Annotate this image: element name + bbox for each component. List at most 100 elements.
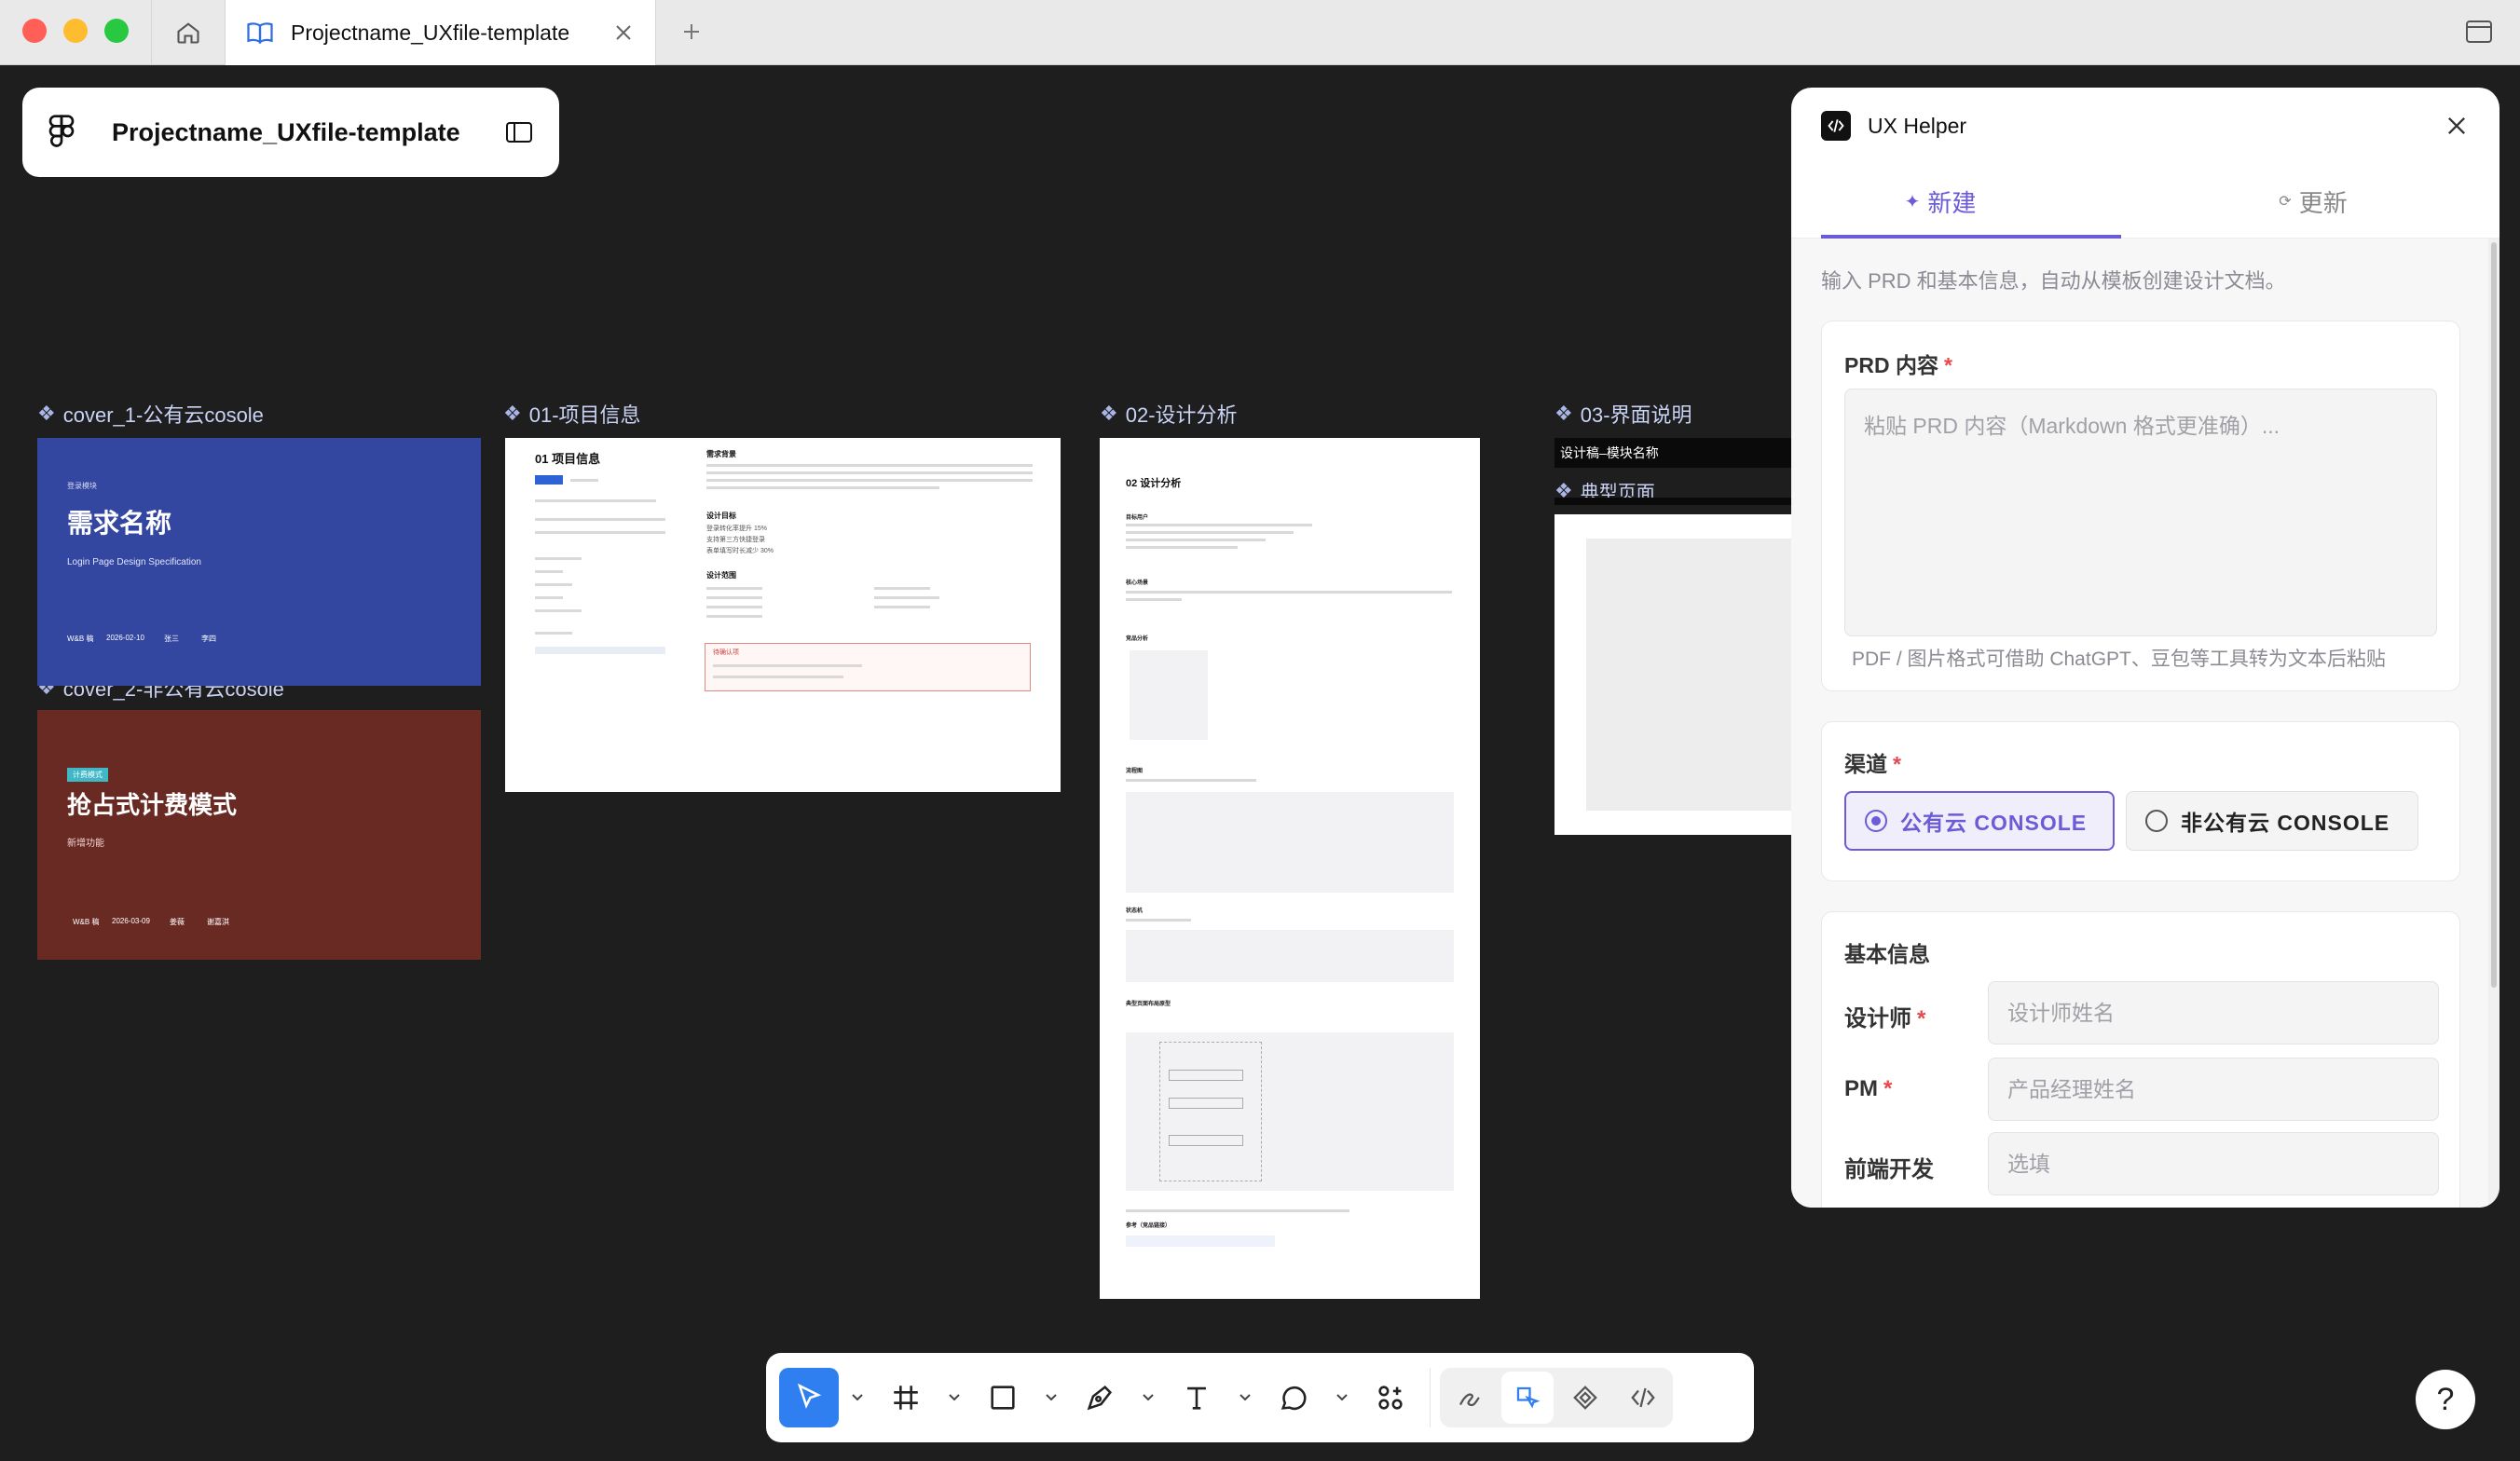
frame-tool-dropdown[interactable]: [936, 1368, 973, 1427]
comment-tool-dropdown[interactable]: [1323, 1368, 1361, 1427]
ux-helper-scrollbar[interactable]: [2488, 239, 2499, 1208]
cover-meta: 谢嘉淇: [207, 918, 229, 926]
new-tab-button[interactable]: [673, 13, 710, 50]
panel-toggle-icon[interactable]: [505, 120, 533, 144]
mini-button: [535, 475, 563, 485]
tab-new[interactable]: ✦ 新建: [1791, 164, 2089, 239]
move-tool-button[interactable]: [779, 1368, 839, 1427]
reference-link: [1126, 1236, 1275, 1247]
help-button[interactable]: ?: [2416, 1370, 2475, 1429]
component-mode-button[interactable]: [1559, 1372, 1611, 1424]
ux-helper-panel: UX Helper ✦ 新建 ⟳ 更新 输入 PRD 和基本信息，自动从模板创建…: [1791, 88, 2499, 1208]
frame-label-cover1[interactable]: ❖ cover_1-公有云cosole: [37, 399, 264, 429]
note-box: 待确认项: [705, 643, 1031, 691]
typical-page-frame[interactable]: [1554, 514, 1791, 835]
maximize-window-button[interactable]: [104, 19, 129, 43]
shape-tool-dropdown[interactable]: [1033, 1368, 1070, 1427]
frame-label-text: 03-界面说明: [1580, 403, 1692, 427]
section-title: 需求背景: [706, 450, 736, 458]
designer-label: 设计师 *: [1844, 1006, 1926, 1031]
component-icon: ❖: [1554, 402, 1573, 425]
sidebar-toggle-button[interactable]: [2460, 13, 2498, 50]
pen-tool-button[interactable]: [1070, 1368, 1130, 1427]
comment-tool-button[interactable]: [1264, 1368, 1323, 1427]
project-name[interactable]: Projectname_UXfile-template: [112, 118, 468, 147]
ui-frame-header[interactable]: 设计稿–模块名称: [1554, 438, 1791, 468]
text-icon: [1187, 1386, 1206, 1410]
close-icon[interactable]: [2444, 113, 2470, 139]
component-icon: ❖: [503, 402, 522, 425]
frame-label-text: 01-项目信息: [528, 403, 641, 427]
goal-item: 表单填写时长减少 30%: [706, 548, 774, 554]
frame-label-ui[interactable]: ❖ 03-界面说明: [1554, 399, 1692, 429]
radio-unselected-icon: [2145, 810, 2168, 832]
frame-label-text: 02-设计分析: [1125, 403, 1238, 427]
pm-input[interactable]: [1988, 1058, 2439, 1121]
channel-public-radio[interactable]: 公有云 CONSOLE: [1844, 791, 2115, 851]
text-tool-button[interactable]: [1167, 1368, 1226, 1427]
home-icon: [177, 22, 199, 44]
project-card: Projectname_UXfile-template: [22, 88, 559, 177]
cover-meta: 姜薇: [170, 918, 185, 926]
rectangle-icon: [991, 1386, 1015, 1410]
frame-label-info[interactable]: ❖ 01-项目信息: [503, 399, 641, 429]
chevron-down-icon: [1143, 1394, 1154, 1401]
sidebar-icon: [2466, 20, 2492, 43]
ux-helper-body: 输入 PRD 和基本信息，自动从模板创建设计文档。 PRD 内容* PDF / …: [1791, 239, 2488, 1208]
tab-update-label: 更新: [2298, 188, 2348, 217]
channel-private-radio[interactable]: 非公有云 CONSOLE: [2126, 791, 2418, 851]
shape-tool-button[interactable]: [973, 1368, 1033, 1427]
project-info-frame[interactable]: 01 项目信息 需求背景 设计目标 登录转化率提升 15% 支持第三方快捷登录 …: [505, 438, 1061, 792]
draw-mode-button[interactable]: [1444, 1372, 1496, 1424]
section-title: 竞品分析: [1126, 636, 1149, 642]
cover-meta: 李四: [201, 635, 216, 643]
actions-tool-button[interactable]: [1361, 1368, 1420, 1427]
cover1-frame[interactable]: 登录模块 需求名称 Login Page Design Specificatio…: [37, 438, 481, 686]
section-title: 状态机: [1126, 908, 1144, 914]
frame-label-analysis[interactable]: ❖ 02-设计分析: [1100, 399, 1238, 429]
component-icon: [1573, 1386, 1597, 1410]
prd-card: PRD 内容* PDF / 图片格式可借助 ChatGPT、豆包等工具转为文本后…: [1821, 321, 2460, 691]
close-window-button[interactable]: [22, 19, 47, 43]
cover-title: 需求名称: [67, 509, 172, 538]
designer-input[interactable]: [1988, 981, 2439, 1045]
chevron-down-icon: [949, 1394, 960, 1401]
section-title: 流程图: [1126, 769, 1144, 774]
radio-selected-icon: [1865, 810, 1887, 832]
frame-tool-button[interactable]: [876, 1368, 936, 1427]
cover-subtitle: Login Page Design Specification: [67, 557, 201, 567]
move-tool-dropdown[interactable]: [839, 1368, 876, 1427]
text-tool-dropdown[interactable]: [1226, 1368, 1264, 1427]
frame-label-text: cover_1-公有云cosole: [62, 403, 264, 427]
tab-update[interactable]: ⟳ 更新: [2164, 164, 2462, 239]
frontend-input[interactable]: [1988, 1132, 2439, 1195]
prd-textarea[interactable]: [1844, 389, 2437, 636]
cover-tag: 计费模式: [67, 768, 108, 782]
design-mode-button[interactable]: [1501, 1372, 1554, 1424]
section-title: 目标用户: [1126, 515, 1149, 521]
comment-icon: [1281, 1386, 1307, 1411]
close-tab-icon[interactable]: [612, 21, 635, 44]
dev-mode-button[interactable]: [1617, 1372, 1669, 1424]
prd-hint: PDF / 图片格式可借助 ChatGPT、豆包等工具转为文本后粘贴: [1852, 649, 2386, 670]
frame-heading: 01 项目信息: [535, 452, 601, 466]
channel-label: 渠道 *: [1844, 752, 1901, 776]
refresh-icon: ⟳: [2279, 194, 2292, 210]
minimize-window-button[interactable]: [63, 19, 88, 43]
pen-tool-dropdown[interactable]: [1130, 1368, 1167, 1427]
file-tab[interactable]: Projectname_UXfile-template: [226, 0, 656, 65]
wireframe-block: [1126, 1032, 1454, 1191]
note-title: 待确认项: [713, 649, 739, 656]
cover-tag: 登录模块: [67, 482, 97, 490]
chevron-down-icon: [852, 1394, 863, 1401]
design-analysis-frame[interactable]: 02 设计分析 目标用户 核心场景 竞品分析 流程图 状态机 典型页面布局原型 …: [1100, 438, 1480, 1299]
cover-meta: W&B 稿: [73, 918, 100, 926]
home-tab[interactable]: [151, 0, 226, 65]
basic-info-label: 基本信息: [1844, 942, 1930, 966]
intro-text: 输入 PRD 和基本信息，自动从模板创建设计文档。: [1821, 269, 2286, 293]
cover2-frame[interactable]: 计费模式 抢占式计费模式 新增功能 W&B 稿 2026-03-09 姜薇 谢嘉…: [37, 710, 481, 960]
prd-label: PRD 内容 *: [1844, 353, 1952, 377]
figma-logo-icon[interactable]: [48, 114, 75, 151]
scribble-icon: [1459, 1393, 1480, 1407]
ui-frame-header-text: 设计稿–模块名称: [1560, 445, 1659, 460]
